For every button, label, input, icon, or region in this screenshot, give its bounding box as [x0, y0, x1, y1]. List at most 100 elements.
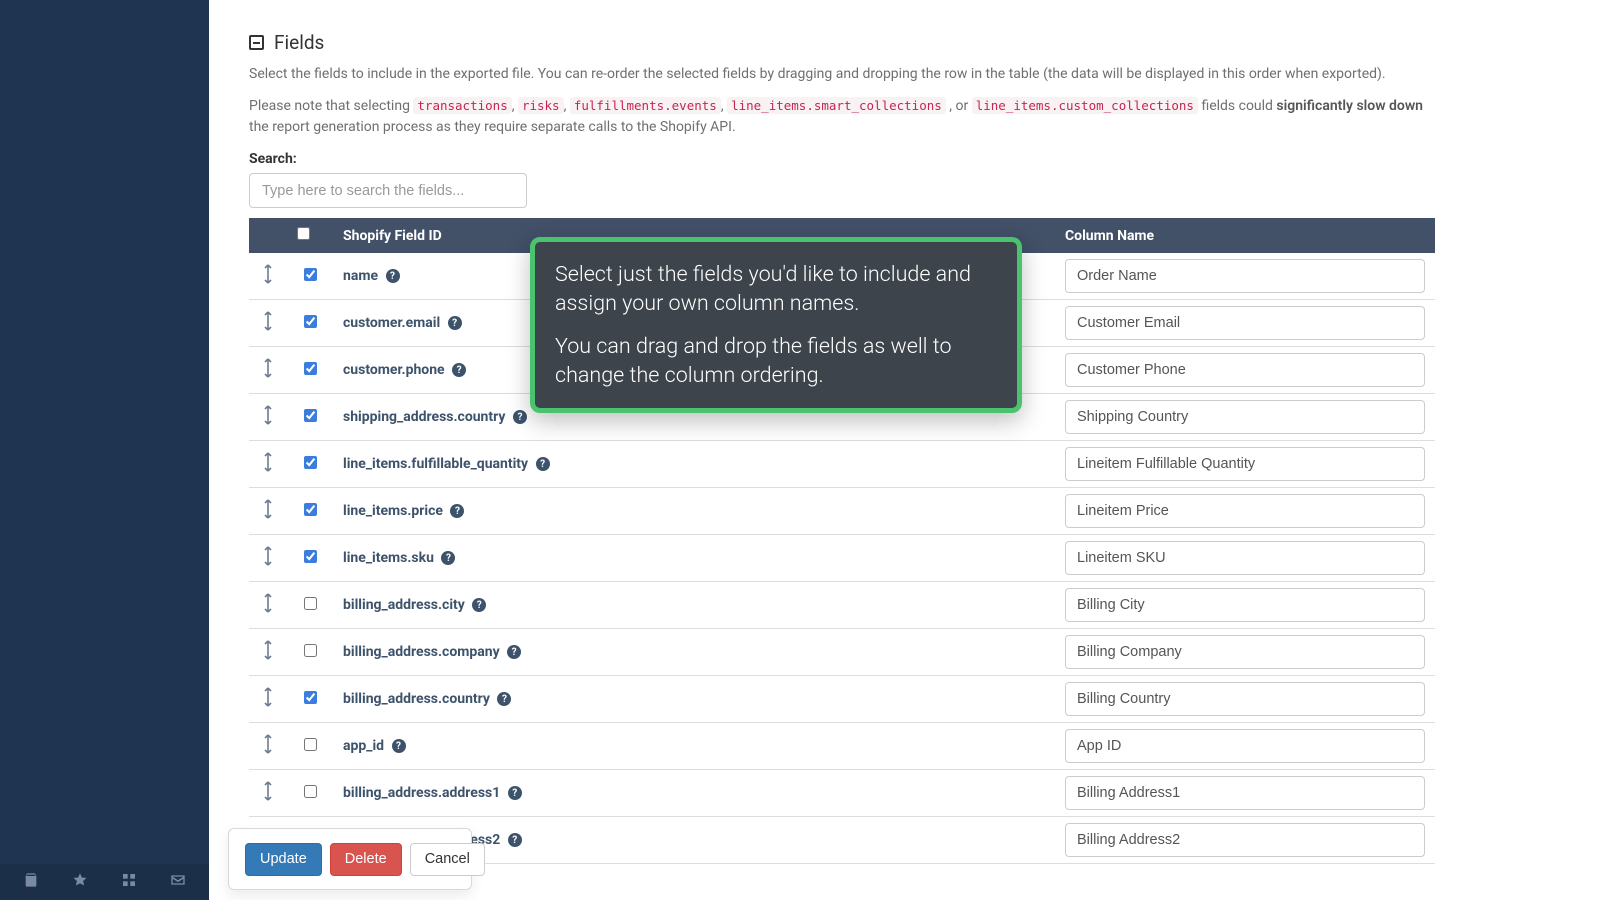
drag-handle-icon[interactable]	[249, 629, 287, 676]
code-risks: risks	[518, 97, 564, 114]
row-checkbox[interactable]	[304, 691, 317, 704]
field-id-text: line_items.fulfillable_quantity	[343, 456, 528, 472]
field-id-text: billing_address.city	[343, 597, 465, 613]
help-icon[interactable]: ?	[536, 457, 550, 471]
column-name-input[interactable]	[1065, 823, 1425, 857]
drag-handle-icon[interactable]	[249, 394, 287, 441]
help-icon[interactable]: ?	[392, 739, 406, 753]
field-id-text: line_items.price	[343, 503, 443, 519]
drag-handle-icon[interactable]	[249, 441, 287, 488]
field-id-text: shipping_address.country	[343, 409, 505, 425]
help-icon[interactable]: ?	[452, 363, 466, 377]
row-checkbox[interactable]	[304, 785, 317, 798]
row-checkbox[interactable]	[304, 315, 317, 328]
drag-handle-icon[interactable]	[249, 770, 287, 817]
field-id: billing_address.address1 ?	[333, 770, 1055, 817]
row-checkbox[interactable]	[304, 362, 317, 375]
warn-post: the report generation process as they re…	[249, 119, 736, 135]
table-row: app_id ?	[249, 723, 1435, 770]
help-icon[interactable]: ?	[386, 269, 400, 283]
field-id: line_items.sku ?	[333, 535, 1055, 582]
column-name-input[interactable]	[1065, 306, 1425, 340]
field-id: line_items.price ?	[333, 488, 1055, 535]
field-id-text: line_items.sku	[343, 550, 434, 566]
table-row: line_items.price ?	[249, 488, 1435, 535]
table-row: billing_address.address1 ?	[249, 770, 1435, 817]
action-popover: Update Delete Cancel	[228, 828, 472, 890]
field-id: billing_address.city ?	[333, 582, 1055, 629]
row-checkbox[interactable]	[304, 409, 317, 422]
column-name-input[interactable]	[1065, 682, 1425, 716]
column-name-input[interactable]	[1065, 729, 1425, 763]
column-name-input[interactable]	[1065, 447, 1425, 481]
row-checkbox[interactable]	[304, 738, 317, 751]
help-icon[interactable]: ?	[513, 410, 527, 424]
drag-handle-icon[interactable]	[249, 723, 287, 770]
drag-handle-icon[interactable]	[249, 582, 287, 629]
help-icon[interactable]: ?	[507, 645, 521, 659]
update-button[interactable]: Update	[245, 843, 322, 876]
help-icon[interactable]: ?	[508, 786, 522, 800]
th-drag	[249, 218, 287, 253]
column-name-input[interactable]	[1065, 776, 1425, 810]
warn-or: , or	[949, 98, 971, 114]
column-name-input[interactable]	[1065, 400, 1425, 434]
help-icon[interactable]: ?	[450, 504, 464, 518]
help-icon[interactable]: ?	[441, 551, 455, 565]
drag-handle-icon[interactable]	[249, 488, 287, 535]
column-name-input[interactable]	[1065, 494, 1425, 528]
shopping-bag-icon[interactable]	[23, 872, 39, 892]
search-label: Search:	[249, 151, 1440, 167]
tour-tooltip: Select just the fields you'd like to inc…	[530, 237, 1022, 413]
field-id-text: name	[343, 268, 378, 284]
code-fulfillments-events: fulfillments.events	[570, 97, 721, 114]
column-name-input[interactable]	[1065, 588, 1425, 622]
row-checkbox[interactable]	[304, 597, 317, 610]
fields-description: Select the fields to include in the expo…	[249, 64, 1440, 86]
drag-handle-icon[interactable]	[249, 347, 287, 394]
table-row: billing_address.city ?	[249, 582, 1435, 629]
help-icon[interactable]: ?	[508, 833, 522, 847]
field-id-text: customer.email	[343, 315, 440, 331]
cancel-button[interactable]: Cancel	[410, 843, 485, 876]
column-name-input[interactable]	[1065, 353, 1425, 387]
tour-tooltip-p1: Select just the fields you'd like to inc…	[555, 260, 997, 318]
field-id-text: billing_address.address1	[343, 785, 500, 801]
envelope-icon[interactable]	[170, 872, 186, 892]
th-select-all	[287, 218, 333, 253]
fields-section-header[interactable]: Fields	[249, 31, 1440, 54]
row-checkbox[interactable]	[304, 644, 317, 657]
field-id-text: billing_address.country	[343, 691, 490, 707]
column-name-input[interactable]	[1065, 635, 1425, 669]
help-icon[interactable]: ?	[448, 316, 462, 330]
row-checkbox[interactable]	[304, 503, 317, 516]
drag-handle-icon[interactable]	[249, 676, 287, 723]
select-all-checkbox[interactable]	[297, 227, 310, 240]
fields-warning: Please note that selecting transactions,…	[249, 96, 1440, 139]
search-input[interactable]	[249, 173, 527, 208]
field-id: app_id ?	[333, 723, 1055, 770]
table-row: billing_address.company ?	[249, 629, 1435, 676]
row-checkbox[interactable]	[304, 268, 317, 281]
column-name-input[interactable]	[1065, 541, 1425, 575]
star-icon[interactable]	[72, 872, 88, 892]
drag-handle-icon[interactable]	[249, 300, 287, 347]
warn-pre: Please note that selecting	[249, 98, 413, 114]
field-id: billing_address.company ?	[333, 629, 1055, 676]
help-icon[interactable]: ?	[497, 692, 511, 706]
collapse-icon[interactable]	[249, 35, 264, 50]
grid-icon[interactable]	[121, 872, 137, 892]
field-id-text: app_id	[343, 738, 384, 754]
table-row: line_items.sku ?	[249, 535, 1435, 582]
delete-button[interactable]: Delete	[330, 843, 402, 876]
column-name-input[interactable]	[1065, 259, 1425, 293]
code-custom-collections: line_items.custom_collections	[972, 97, 1198, 114]
row-checkbox[interactable]	[304, 456, 317, 469]
row-checkbox[interactable]	[304, 550, 317, 563]
code-smart-collections: line_items.smart_collections	[727, 97, 946, 114]
help-icon[interactable]: ?	[472, 598, 486, 612]
table-row: line_items.fulfillable_quantity ?	[249, 441, 1435, 488]
left-sidebar	[0, 0, 209, 900]
drag-handle-icon[interactable]	[249, 535, 287, 582]
drag-handle-icon[interactable]	[249, 253, 287, 300]
